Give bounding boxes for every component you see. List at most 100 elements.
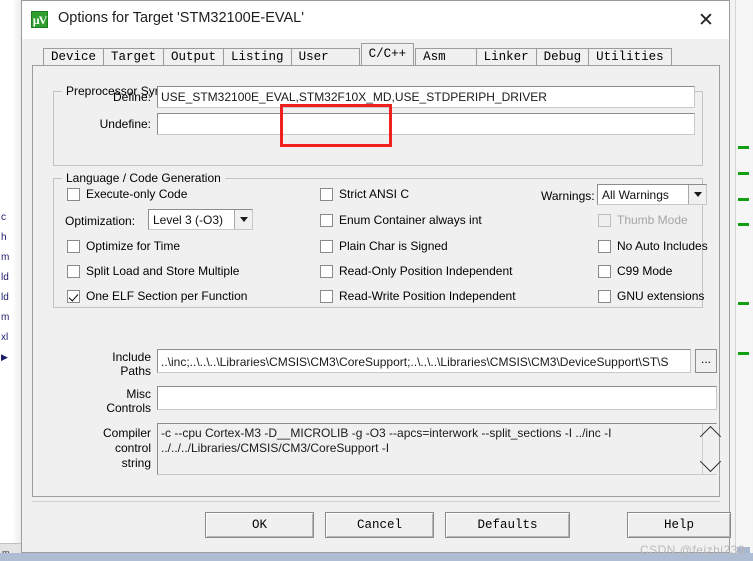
optimization-label: Optimization: xyxy=(65,214,136,228)
checkbox-label: One ELF Section per Function xyxy=(86,289,248,303)
compiler-control-label-line2: control xyxy=(114,441,151,455)
checkbox-box xyxy=(67,264,80,278)
compiler-control-label-line3: string xyxy=(121,456,151,470)
background-tree-fragment: c xyxy=(1,212,6,223)
checkbox-box xyxy=(320,187,333,201)
checkbox-box xyxy=(320,264,333,278)
undefine-input[interactable] xyxy=(157,113,695,135)
tab-list: Device Target Output Listing User C/C++ … xyxy=(43,43,672,65)
checkbox-optimize-for-time[interactable]: Optimize for Time xyxy=(67,239,180,253)
checkbox-read-write-position-independent[interactable]: Read-Write Position Independent xyxy=(320,289,516,303)
tab-asm[interactable]: Asm xyxy=(415,48,477,65)
cancel-button[interactable]: Cancel xyxy=(325,512,434,538)
options-for-target-dialog: µV Options for Target 'STM32100E-EVAL' ✕… xyxy=(21,0,731,553)
checkbox-enum-container-always-int[interactable]: Enum Container always int xyxy=(320,213,482,227)
ok-button[interactable]: OK xyxy=(205,512,314,538)
warnings-label: Warnings: xyxy=(541,189,595,203)
checkbox-label: Read-Only Position Independent xyxy=(339,264,513,278)
background-tree-fragment: ld xyxy=(1,272,9,283)
tab-listing[interactable]: Listing xyxy=(223,48,292,65)
include-paths-label-line2: Paths xyxy=(120,364,151,378)
optimization-value: Level 3 (-O3) xyxy=(153,212,224,227)
checkbox-label: Enum Container always int xyxy=(339,213,482,227)
checkbox-label: Optimize for Time xyxy=(86,239,181,253)
checkbox-label: Read-Write Position Independent xyxy=(339,289,516,303)
compiler-control-scrollbar[interactable] xyxy=(699,424,722,474)
background-tree-fragment: m xyxy=(1,252,10,263)
checkbox-box xyxy=(598,213,611,227)
close-icon[interactable]: ✕ xyxy=(689,7,723,33)
warnings-value: All Warnings xyxy=(602,187,669,202)
tab-debug[interactable]: Debug xyxy=(535,48,590,65)
checkbox-label: No Auto Includes xyxy=(617,239,708,253)
warnings-select[interactable]: All Warnings xyxy=(597,184,707,205)
tab-linker[interactable]: Linker xyxy=(475,48,537,65)
checkbox-label: C99 Mode xyxy=(617,264,673,278)
checkbox-plain-char-is-signed[interactable]: Plain Char is Signed xyxy=(320,239,448,253)
checkbox-label: GNU extensions xyxy=(617,289,705,303)
tab-device[interactable]: Device xyxy=(43,48,105,65)
include-paths-browse-button[interactable]: ... xyxy=(695,349,717,373)
checkbox-label: Thumb Mode xyxy=(617,213,688,227)
scrollbar-change-marker xyxy=(738,352,749,355)
footer-divider xyxy=(32,501,720,502)
background-tree-fragment: ld xyxy=(1,292,9,303)
checkbox-thumb-mode: Thumb Mode xyxy=(598,213,688,227)
checkbox-one-elf-section-per-function[interactable]: One ELF Section per Function xyxy=(67,289,247,303)
define-input[interactable]: USE_STM32100E_EVAL,STM32F10X_MD,USE_STDP… xyxy=(157,86,695,108)
checkbox-execute-only-code[interactable]: Execute-only Code xyxy=(67,187,187,201)
chevron-down-icon[interactable] xyxy=(699,450,722,473)
editor-scrollbar[interactable] xyxy=(735,0,752,561)
checkbox-box xyxy=(67,187,80,201)
include-paths-input[interactable]: ..\inc;..\..\..\Libraries\CMSIS\CM3\Core… xyxy=(157,349,691,373)
undefine-label: Undefine: xyxy=(99,117,151,131)
misc-controls-input[interactable] xyxy=(157,386,717,410)
background-tree-fragment: m xyxy=(1,312,10,323)
defaults-button[interactable]: Defaults xyxy=(445,512,570,538)
misc-controls-label-line1: Misc xyxy=(126,387,151,401)
background-ide-left: c h m ld ld m xl ▶ m xyxy=(0,0,23,561)
title-bar: µV Options for Target 'STM32100E-EVAL' ✕ xyxy=(22,1,729,40)
keil-uvision-glyph: µV xyxy=(32,12,48,27)
chevron-up-icon[interactable] xyxy=(699,425,722,448)
checkbox-box xyxy=(320,239,333,253)
define-label: Define: xyxy=(112,90,151,104)
checkbox-label: Split Load and Store Multiple xyxy=(86,264,240,278)
checkbox-read-only-position-independent[interactable]: Read-Only Position Independent xyxy=(320,264,512,278)
chevron-down-icon[interactable] xyxy=(234,210,252,229)
checkbox-box xyxy=(320,289,333,303)
checkbox-box xyxy=(67,289,80,303)
tab-strip: Device Target Output Listing User C/C++ … xyxy=(22,39,729,65)
keil-uvision-icon: µV xyxy=(31,11,48,28)
language-code-generation-legend: Language / Code Generation xyxy=(62,171,225,185)
background-tree-fragment: h xyxy=(1,232,7,243)
checkbox-no-auto-includes[interactable]: No Auto Includes xyxy=(598,239,708,253)
checkbox-label: Execute-only Code xyxy=(86,187,188,201)
scrollbar-change-marker xyxy=(738,172,749,175)
checkbox-box xyxy=(598,264,611,278)
tab-output[interactable]: Output xyxy=(163,48,225,65)
checkbox-c99-mode[interactable]: C99 Mode xyxy=(598,264,672,278)
background-ide-right xyxy=(728,0,753,561)
background-tree-expander-icon: ▶ xyxy=(1,352,8,362)
scrollbar-change-marker xyxy=(738,302,749,305)
help-button[interactable]: Help xyxy=(627,512,731,538)
scrollbar-change-marker xyxy=(738,223,749,226)
tab-user[interactable]: User xyxy=(290,48,360,65)
checkbox-box xyxy=(598,289,611,303)
tab-utilities[interactable]: Utilities xyxy=(588,48,672,65)
checkbox-box xyxy=(67,239,80,253)
chevron-down-icon[interactable] xyxy=(688,185,706,204)
tab-target[interactable]: Target xyxy=(103,48,165,65)
checkbox-strict-ansi-c[interactable]: Strict ANSI C xyxy=(320,187,409,201)
optimization-select[interactable]: Level 3 (-O3) xyxy=(148,209,253,230)
checkbox-box xyxy=(598,239,611,253)
tab-c-cpp[interactable]: C/C++ xyxy=(360,43,415,65)
misc-controls-label-line2: Controls xyxy=(106,401,151,415)
page-title: Options for Target 'STM32100E-EVAL' xyxy=(58,10,304,26)
checkbox-gnu-extensions[interactable]: GNU extensions xyxy=(598,289,704,303)
watermark: CSDN @feizhi233 xyxy=(639,543,745,557)
compiler-control-string-textarea[interactable]: -c --cpu Cortex-M3 -D__MICROLIB -g -O3 -… xyxy=(157,423,717,475)
c-cpp-tab-panel: Preprocessor Symbols Define: USE_STM3210… xyxy=(32,65,722,497)
checkbox-split-load-store-multiple[interactable]: Split Load and Store Multiple xyxy=(67,264,239,278)
